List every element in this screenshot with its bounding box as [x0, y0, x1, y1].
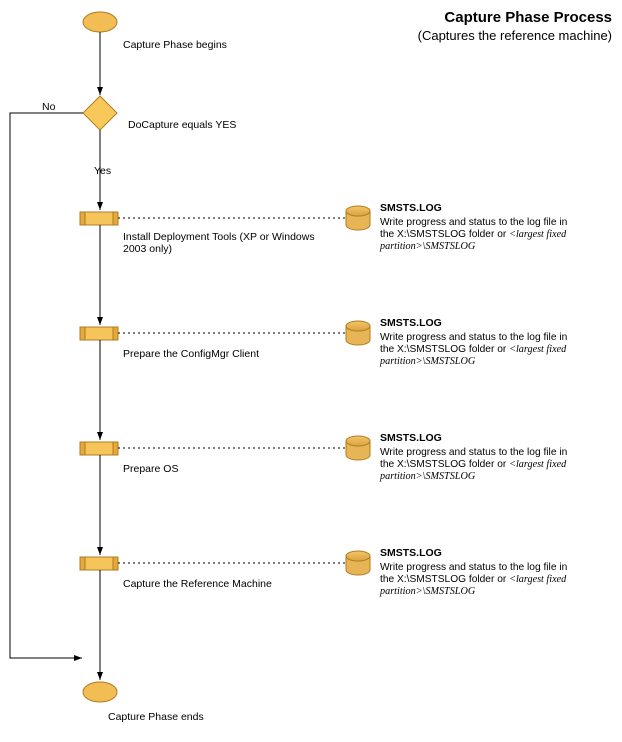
end-label: Capture Phase ends [108, 711, 204, 723]
decision-node: DoCapture equals YES [83, 96, 236, 131]
start-label: Capture Phase begins [123, 39, 227, 51]
step-label: Prepare OS [123, 463, 178, 475]
log-cylinder [346, 436, 370, 460]
log-desc: Write progress and status to the log fil… [379, 562, 567, 597]
log-desc: Write progress and status to the log fil… [379, 332, 567, 367]
page-title: Capture Phase Process [444, 9, 612, 26]
decision-no: No [42, 101, 56, 113]
end-node: Capture Phase ends [83, 682, 204, 723]
log-desc: Write progress and status to the log fil… [379, 217, 567, 252]
log-name: SMSTS.LOG [380, 202, 442, 214]
log-name: SMSTS.LOG [380, 317, 442, 329]
log-cylinder [346, 206, 370, 230]
log-name: SMSTS.LOG [380, 547, 442, 559]
step-label: Capture the Reference Machine [123, 578, 272, 590]
start-node: Capture Phase begins [83, 12, 227, 51]
process-step-4: Capture the Reference Machine [80, 557, 272, 590]
decision-yes: Yes [94, 165, 111, 177]
step-label: Prepare the ConfigMgr Client [123, 348, 259, 360]
edge-no [10, 113, 83, 658]
decision-label: DoCapture equals YES [128, 119, 236, 131]
step-label: Install Deployment Tools (XP or Windows2… [123, 231, 315, 255]
page-subtitle: (Captures the reference machine) [418, 28, 612, 43]
log-cylinder [346, 321, 370, 345]
process-step-3: Prepare OS [80, 442, 178, 475]
log-desc: Write progress and status to the log fil… [379, 447, 567, 482]
process-step-2: Prepare the ConfigMgr Client [80, 327, 259, 360]
log-name: SMSTS.LOG [380, 432, 442, 444]
log-cylinder [346, 551, 370, 575]
